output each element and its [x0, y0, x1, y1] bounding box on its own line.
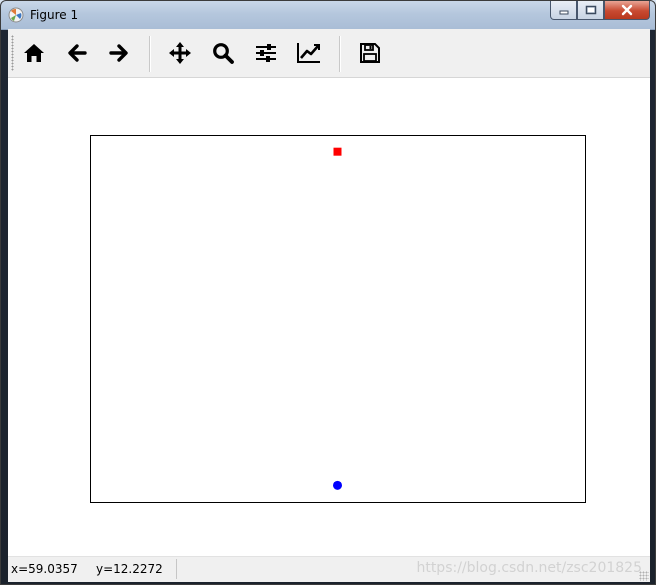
- matplotlib-logo-icon: [8, 7, 24, 23]
- title-bar[interactable]: Figure 1: [1, 1, 655, 30]
- status-bar: x=59.0357 y=12.2272 https://blog.csdn.ne…: [8, 556, 650, 582]
- move-icon: [169, 42, 191, 64]
- app-window: Figure 1 x=59.0357 y=12.2272 https://blo…: [0, 0, 656, 585]
- scatter-plot[interactable]: [8, 78, 650, 556]
- close-icon: [621, 4, 633, 16]
- save-button[interactable]: [354, 37, 386, 69]
- navigation-toolbar: [8, 29, 650, 78]
- arrow-right-icon: [109, 44, 128, 62]
- circle-data-point: [333, 480, 342, 490]
- home-button[interactable]: [18, 37, 50, 69]
- toolbar-grip[interactable]: [11, 35, 14, 71]
- toolbar-separator: [149, 36, 151, 72]
- axes-frame: [90, 135, 586, 503]
- x-coordinate-readout: x=59.0357: [11, 562, 78, 576]
- maximize-button[interactable]: [577, 1, 604, 20]
- back-button[interactable]: [61, 37, 93, 69]
- status-separator: [176, 559, 177, 579]
- minimize-icon: [559, 10, 568, 15]
- watermark-text: https://blog.csdn.net/zsc201825: [416, 560, 642, 576]
- configure-subplots-button[interactable]: [250, 37, 282, 69]
- arrow-left-icon: [68, 44, 87, 62]
- zoom-button[interactable]: [207, 37, 239, 69]
- home-icon: [24, 44, 44, 62]
- close-button[interactable]: [604, 1, 650, 20]
- minimize-button[interactable]: [550, 1, 577, 20]
- line-chart-icon: [297, 43, 320, 63]
- edit-axes-button[interactable]: [293, 37, 325, 69]
- pan-button[interactable]: [164, 37, 196, 69]
- y-coordinate-readout: y=12.2272: [96, 562, 163, 576]
- window-controls: [550, 1, 650, 21]
- maximize-icon: [585, 5, 596, 15]
- toolbar-separator: [339, 36, 341, 72]
- square-data-point: [333, 147, 342, 156]
- sliders-icon: [256, 44, 276, 62]
- data-points: [333, 147, 342, 490]
- floppy-disk-icon: [360, 43, 380, 63]
- window-title: Figure 1: [30, 8, 79, 22]
- magnifier-icon: [213, 43, 234, 64]
- figure-canvas[interactable]: [8, 78, 650, 556]
- resize-grip[interactable]: [639, 571, 649, 581]
- figure-client-area: x=59.0357 y=12.2272 https://blog.csdn.ne…: [8, 29, 650, 582]
- forward-button[interactable]: [103, 37, 135, 69]
